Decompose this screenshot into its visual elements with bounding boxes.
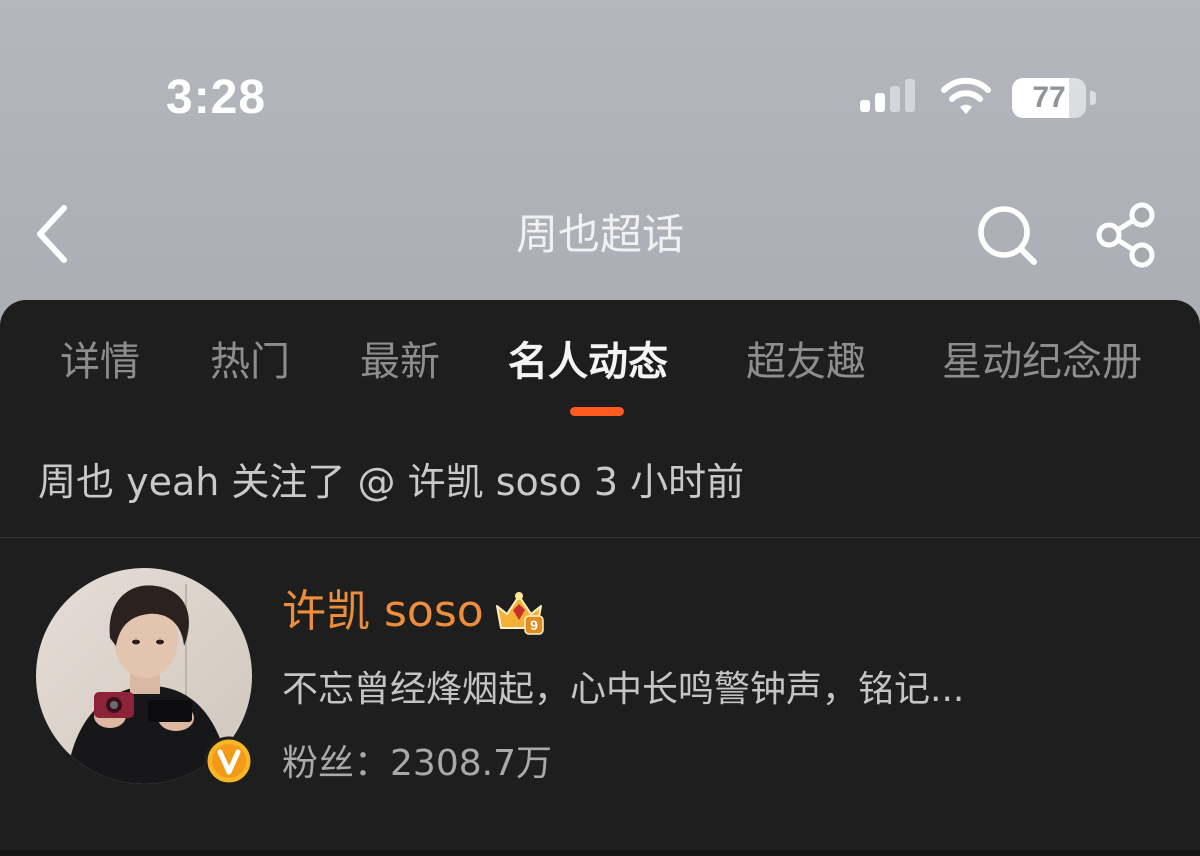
tab-details[interactable]: 详情 — [60, 332, 140, 392]
tab-star-album[interactable]: 星动纪念册 — [942, 332, 1142, 392]
tab-celebrity-updates[interactable]: 名人动态 — [508, 332, 668, 392]
battery-cap — [1090, 91, 1096, 105]
divider — [0, 537, 1200, 538]
crown-level-icon: 9 — [495, 592, 544, 635]
user-bio: 不忘曾经烽烟起，心中长鸣警钟声，铭记... — [282, 669, 965, 710]
search-icon — [978, 206, 1037, 265]
activity-text: 周也 yeah 关注了 @ 许凯 soso 3 小时前 — [38, 452, 744, 512]
battery-indicator: 77 — [1012, 78, 1098, 118]
tab-latest[interactable]: 最新 — [360, 332, 440, 392]
activity-time: 3 小时前 — [593, 460, 745, 504]
cellular-signal-icon — [860, 79, 915, 112]
verified-badge — [204, 736, 254, 786]
user-name[interactable]: 许凯 soso — [282, 586, 484, 637]
tab-hot[interactable]: 热门 — [210, 332, 290, 392]
activity-action: 关注了 — [231, 460, 346, 504]
share-icon — [1096, 202, 1155, 268]
search-button[interactable] — [972, 202, 1042, 268]
bottom-edge — [0, 850, 1200, 856]
activity-target[interactable]: @ 许凯 soso — [358, 460, 582, 504]
user-fans: 粉丝：2308.7万 — [282, 736, 552, 792]
wifi-icon — [941, 77, 991, 114]
share-button[interactable] — [1090, 202, 1164, 268]
active-tab-indicator — [570, 407, 624, 416]
battery-level-text: 77 — [1032, 81, 1066, 114]
user-card[interactable]: 许凯 soso 9 不忘曾经烽烟起，心中长鸣警钟声，铭记... 粉丝：2308.… — [0, 540, 1200, 850]
user-name-row[interactable]: 许凯 soso 9 — [282, 582, 547, 642]
content-panel: 详情 热门 最新 名人动态 超友趣 星动纪念册 周也 yeah 关注了 @ 许凯… — [0, 300, 1200, 856]
battery-body: 77 — [1012, 78, 1086, 118]
verified-v-icon — [204, 736, 254, 786]
fans-label: 粉丝： — [282, 743, 391, 784]
level-number: 9 — [530, 617, 538, 633]
activity-actor[interactable]: 周也 yeah — [38, 460, 219, 504]
weibo-super-topic-screen: 3:28 77 周也超话 详情 热门 最新 名人动态 超友趣 星动纪念册 周也 … — [0, 0, 1200, 856]
tab-bar: 详情 热门 最新 名人动态 超友趣 星动纪念册 — [0, 300, 1200, 430]
fans-count: 2308.7万 — [390, 743, 552, 784]
tab-super-fun[interactable]: 超友趣 — [746, 332, 866, 392]
status-time: 3:28 — [166, 71, 267, 124]
